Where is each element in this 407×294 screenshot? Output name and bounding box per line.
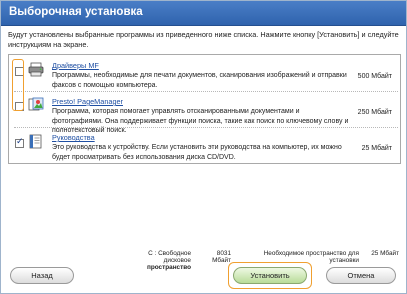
title-bar: Выборочная установка bbox=[1, 1, 406, 26]
pagemanager-icon bbox=[28, 97, 44, 111]
mf-drivers-size: 500 Мбайт bbox=[357, 73, 392, 80]
back-button[interactable]: Назад bbox=[10, 267, 74, 284]
manuals-size: 25 Мбайт bbox=[361, 145, 392, 152]
pagemanager-name[interactable]: Presto! PageManager bbox=[52, 97, 123, 106]
manuals-name[interactable]: Руководства bbox=[52, 133, 95, 142]
instruction-text: Будут установлены выбранные программы из… bbox=[8, 30, 399, 49]
printer-icon bbox=[28, 62, 44, 77]
pagemanager-size: 250 Мбайт bbox=[357, 109, 392, 116]
manuals-checkbox[interactable] bbox=[15, 137, 24, 148]
free-space-label: С : Свободное дисковое пространство bbox=[121, 250, 191, 271]
installer-window: Выборочная установка Будут установлены в… bbox=[0, 0, 407, 294]
cancel-button[interactable]: Отмена bbox=[326, 267, 396, 284]
required-space-label-line1: Необходимое пространство для bbox=[263, 250, 359, 257]
install-button-highlight bbox=[228, 262, 312, 289]
mf-drivers-name[interactable]: Драйверы MF bbox=[52, 61, 99, 70]
mf-drivers-description: Программы, необходимые для печати докуме… bbox=[52, 72, 347, 89]
free-space-value: 8031 Мбайт bbox=[212, 250, 231, 264]
manuals-description: Это руководства к устройству. Если устан… bbox=[52, 144, 342, 161]
manual-icon bbox=[29, 134, 42, 149]
window-title: Выборочная установка bbox=[9, 6, 143, 18]
divider bbox=[14, 127, 398, 128]
divider bbox=[14, 91, 398, 92]
required-space-value: 25 Мбайт bbox=[371, 250, 399, 257]
pagemanager-description: Программа, которая помогает управлять от… bbox=[52, 108, 349, 135]
free-space-label-line1: С : Свободное дисковое bbox=[148, 250, 191, 264]
free-space-label-line2: пространство bbox=[146, 264, 191, 271]
checkbox-highlight bbox=[12, 59, 24, 111]
component-list: Драйверы MF Программы, необходимые для п… bbox=[8, 54, 401, 164]
